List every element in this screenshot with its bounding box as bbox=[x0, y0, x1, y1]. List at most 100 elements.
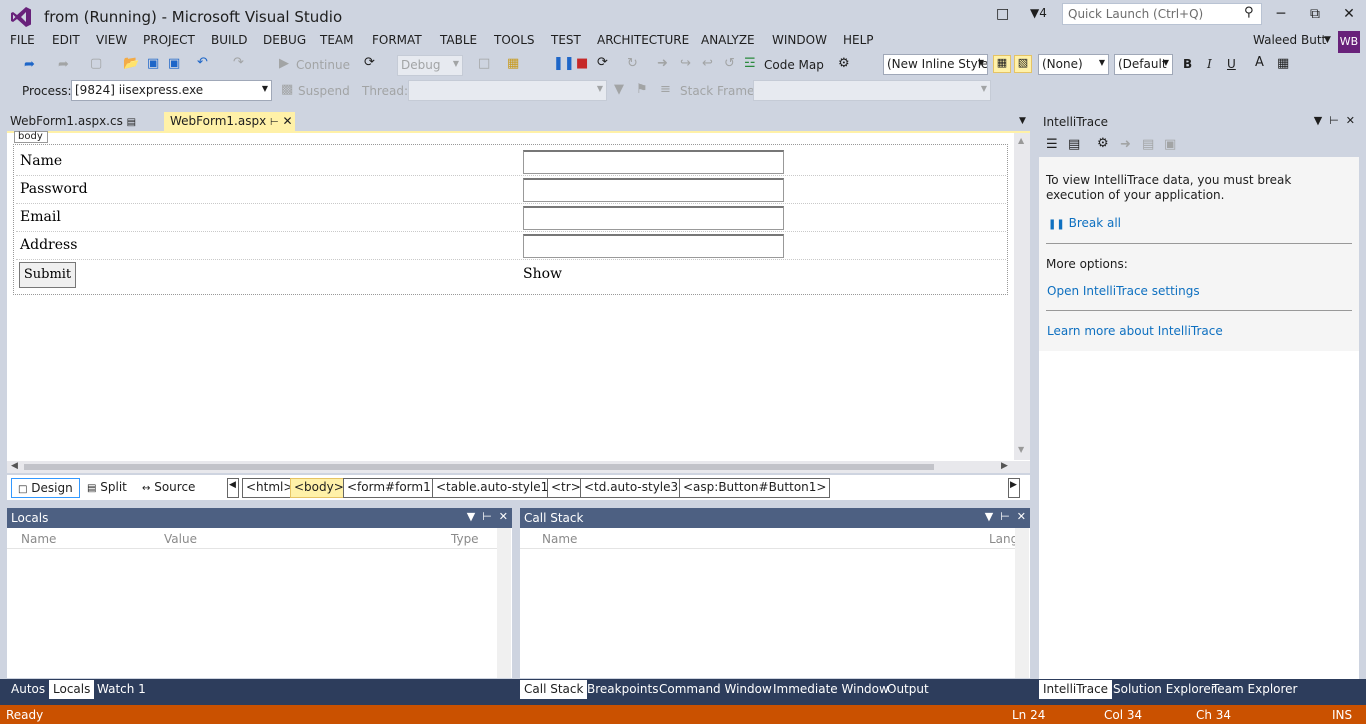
position-icon[interactable]: ▧ bbox=[1014, 55, 1032, 73]
vertical-scrollbar[interactable] bbox=[1014, 133, 1030, 460]
avatar[interactable]: WB bbox=[1338, 31, 1360, 53]
pane-controls[interactable]: ▼ ⊢ ✕ bbox=[1314, 114, 1355, 127]
stop-icon[interactable]: ■ bbox=[576, 56, 588, 71]
menu-debug[interactable]: DEBUG bbox=[263, 33, 306, 47]
locals-col-name[interactable]: Name bbox=[21, 532, 56, 546]
solution-config-select[interactable]: Debug ▼ bbox=[397, 55, 463, 76]
save-all-icon[interactable]: ▣ bbox=[168, 56, 180, 71]
tab-team-explorer[interactable]: Team Explorer bbox=[1208, 680, 1302, 699]
events-view-icon[interactable]: ▤ bbox=[1068, 137, 1080, 152]
scroll-down-icon[interactable]: ▼ bbox=[1018, 445, 1024, 454]
device-icon[interactable]: □ bbox=[478, 56, 490, 71]
flag-threads-icon[interactable]: ⚑ bbox=[636, 82, 648, 97]
tab-watch-1[interactable]: Watch 1 bbox=[93, 680, 150, 699]
code-map-icon[interactable]: ☲ bbox=[744, 56, 756, 71]
gear-icon[interactable]: ⚙ bbox=[1097, 136, 1109, 151]
save-icon[interactable]: ▣ bbox=[147, 56, 159, 71]
continue-icon[interactable]: ▶ bbox=[279, 56, 289, 71]
breadcrumb-td[interactable]: <td.auto-style3> bbox=[580, 478, 693, 498]
pause-icon[interactable]: ❚❚ bbox=[553, 56, 575, 71]
locals-col-value[interactable]: Value bbox=[164, 532, 197, 546]
scroll-up-icon[interactable]: ▲ bbox=[1018, 136, 1024, 145]
breadcrumb-scroll-right-icon[interactable]: ▶ bbox=[1008, 478, 1020, 498]
scroll-left-icon[interactable]: ◀ bbox=[11, 461, 18, 471]
refresh-icon[interactable]: ↺ bbox=[724, 56, 735, 71]
italic-button[interactable]: I bbox=[1207, 57, 1212, 71]
chevron-down-icon[interactable]: ▼ bbox=[1324, 35, 1331, 45]
browser-link-icon[interactable]: ▦ bbox=[507, 56, 519, 71]
locals-col-type[interactable]: Type bbox=[451, 532, 479, 546]
back-icon[interactable]: ➦ bbox=[24, 57, 35, 72]
close-window-button[interactable]: ✕ bbox=[1332, 2, 1366, 26]
callstack-scrollbar[interactable] bbox=[1015, 528, 1029, 678]
notifications-button[interactable]: ▼4 bbox=[1030, 6, 1047, 20]
callstack-pane-header[interactable]: Call Stack ▼ ⊢ ✕ bbox=[520, 508, 1030, 528]
intellitrace-pane-header[interactable]: IntelliTrace ▼ ⊢ ✕ bbox=[1039, 112, 1359, 132]
tab-locals[interactable]: Locals bbox=[49, 680, 95, 699]
stack-frame-select[interactable]: ▼ bbox=[753, 80, 991, 101]
search-icon[interactable]: ⚲ bbox=[1244, 5, 1254, 20]
new-project-icon[interactable]: ▢ bbox=[90, 56, 102, 71]
breadcrumb-scroll-left-icon[interactable]: ◀ bbox=[227, 478, 239, 498]
minimize-button[interactable]: ─ bbox=[1264, 2, 1298, 26]
pane-controls[interactable]: ▼ ⊢ ✕ bbox=[985, 510, 1026, 523]
menu-architecture[interactable]: ARCHITECTURE bbox=[597, 33, 689, 47]
menu-team[interactable]: TEAM bbox=[320, 33, 353, 47]
callstack-col-name[interactable]: Name bbox=[542, 532, 577, 546]
name-field[interactable] bbox=[523, 150, 784, 174]
feedback-icon[interactable]: □ bbox=[996, 6, 1009, 22]
save-log-icon[interactable]: ▣ bbox=[1164, 137, 1176, 152]
underline-button[interactable]: U bbox=[1227, 57, 1236, 71]
tab-intellitrace[interactable]: IntelliTrace bbox=[1039, 680, 1113, 699]
horizontal-scroll-thumb[interactable] bbox=[24, 464, 934, 470]
menu-tools[interactable]: TOOLS bbox=[494, 33, 535, 47]
foreground-color-icon[interactable]: A bbox=[1255, 55, 1264, 70]
menu-help[interactable]: HELP bbox=[843, 33, 874, 47]
bold-button[interactable]: B bbox=[1183, 57, 1192, 71]
menu-analyze[interactable]: ANALYZE bbox=[701, 33, 755, 47]
user-name[interactable]: Waleed Butt bbox=[1253, 33, 1326, 47]
stack-icon[interactable]: ≡ bbox=[660, 82, 671, 97]
open-settings-link[interactable]: Open IntelliTrace settings bbox=[1047, 284, 1200, 298]
style-select[interactable]: (New Inline Style ▼ bbox=[883, 54, 988, 75]
tab-autos[interactable]: Autos bbox=[7, 680, 49, 699]
learn-more-link[interactable]: Learn more about IntelliTrace bbox=[1047, 324, 1223, 338]
menu-build[interactable]: BUILD bbox=[211, 33, 247, 47]
pane-controls[interactable]: ▼ ⊢ ✕ bbox=[467, 510, 508, 523]
menu-table[interactable]: TABLE bbox=[440, 33, 477, 47]
breadcrumb-form[interactable]: <form#form1> bbox=[343, 478, 445, 498]
absolute-position-icon[interactable]: ▦ bbox=[993, 55, 1011, 73]
navigate-icon[interactable]: ➜ bbox=[1120, 137, 1131, 152]
design-view-button[interactable]: □ Design bbox=[11, 478, 80, 498]
tab-call-stack[interactable]: Call Stack bbox=[520, 680, 588, 699]
menu-window[interactable]: WINDOW bbox=[772, 33, 827, 47]
menu-test[interactable]: TEST bbox=[551, 33, 581, 47]
breadcrumb-body[interactable]: <body> bbox=[290, 478, 348, 498]
filter-icon[interactable]: ▼ bbox=[614, 82, 624, 97]
suspend-button[interactable]: Suspend bbox=[298, 84, 350, 98]
callstack-col-lang[interactable]: Lang bbox=[989, 532, 1015, 546]
show-next-statement-icon[interactable]: ↻ bbox=[627, 56, 638, 71]
tab-webform1-aspx-cs[interactable]: WebForm1.aspx.cs ▤ bbox=[4, 112, 142, 132]
locals-scrollbar[interactable] bbox=[497, 528, 511, 678]
break-all-link[interactable]: ❚❚ Break all bbox=[1048, 216, 1121, 230]
undo-icon[interactable]: ↶ bbox=[197, 55, 208, 70]
split-view-button[interactable]: ▤ Split bbox=[81, 478, 133, 498]
tab-breakpoints[interactable]: Breakpoints bbox=[583, 680, 662, 699]
background-color-icon[interactable]: ▦ bbox=[1277, 56, 1289, 71]
list-view-icon[interactable]: ☰ bbox=[1046, 137, 1058, 152]
restart-icon[interactable]: ⟳ bbox=[364, 55, 375, 70]
callstack-grid[interactable] bbox=[520, 528, 1030, 678]
open-file-icon[interactable]: 📂 bbox=[123, 56, 139, 71]
font-select[interactable]: (Default ▼ bbox=[1114, 54, 1173, 75]
step-out-icon[interactable]: ↩ bbox=[702, 56, 713, 71]
forward-icon[interactable]: ➦ bbox=[58, 57, 69, 72]
code-map-button[interactable]: Code Map bbox=[764, 58, 824, 72]
chevron-down-icon[interactable]: ▼ bbox=[1019, 116, 1026, 126]
menu-edit[interactable]: EDIT bbox=[52, 33, 80, 47]
source-view-button[interactable]: ↔ Source bbox=[136, 478, 201, 498]
close-icon[interactable]: ✕ bbox=[283, 114, 293, 128]
tab-webform1-aspx[interactable]: WebForm1.aspx ⊢ ✕ bbox=[164, 112, 295, 132]
breadcrumb-button[interactable]: <asp:Button#Button1> bbox=[679, 478, 831, 498]
menu-format[interactable]: FORMAT bbox=[372, 33, 422, 47]
